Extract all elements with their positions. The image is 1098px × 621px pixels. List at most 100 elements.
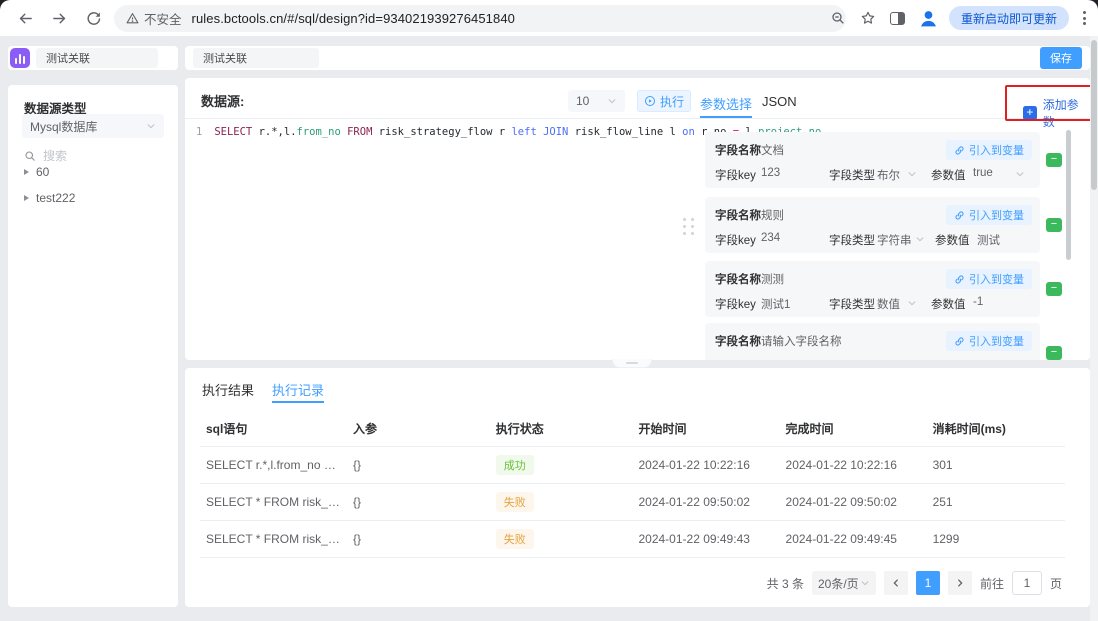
- panel-resize-handle[interactable]: [683, 218, 694, 235]
- import-to-variable-button[interactable]: 引入到变量: [946, 331, 1032, 351]
- url-text[interactable]: rules.bctools.cn/#/sql/design?id=9340219…: [192, 11, 516, 26]
- divider: [185, 118, 1090, 119]
- tab-exec-history[interactable]: 执行记录: [272, 380, 324, 399]
- cell-start: 2024-01-22 09:50:02: [632, 484, 779, 521]
- app-header-main: 测试关联 保存: [185, 46, 1090, 70]
- field-key-label: 字段key: [715, 232, 756, 248]
- field-key-input[interactable]: 234: [761, 232, 780, 244]
- col-end: 完成时间: [780, 412, 927, 447]
- tab-json[interactable]: JSON: [762, 94, 797, 109]
- active-tab-underline: [700, 116, 752, 118]
- remove-param-button[interactable]: −: [1046, 218, 1062, 232]
- page-number-1[interactable]: 1: [916, 571, 940, 595]
- import-to-variable-button[interactable]: 引入到变量: [946, 205, 1032, 225]
- workspace-tab-label: 测试关联: [46, 50, 90, 66]
- next-page-button[interactable]: [948, 571, 972, 595]
- line-number: 1: [196, 126, 202, 138]
- param-value-input[interactable]: 测试: [977, 232, 1000, 248]
- field-key-input[interactable]: 测试1: [761, 296, 790, 312]
- forward-icon[interactable]: [46, 5, 72, 31]
- field-type-label: 字段类型: [829, 296, 875, 312]
- cell-params: {}: [347, 484, 490, 521]
- page-tab[interactable]: 测试关联: [193, 48, 319, 68]
- chrome-update-button[interactable]: 重新启动即可更新: [949, 6, 1069, 30]
- datasource-sidebar: 数据源类型 Mysql数据库 搜索 60 test222: [8, 85, 178, 607]
- pagination: 共 3 条 20条/页 1 前往 1 页: [767, 571, 1062, 595]
- search-placeholder: 搜索: [43, 147, 67, 164]
- remove-param-button[interactable]: −: [1046, 346, 1062, 360]
- datasource-type-select[interactable]: Mysql数据库: [22, 114, 164, 138]
- field-type-select[interactable]: 数值: [877, 296, 900, 312]
- scrollbar-thumb[interactable]: [1091, 40, 1097, 190]
- cell-start: 2024-01-22 09:49:43: [632, 521, 779, 558]
- panel-collapse-handle[interactable]: [612, 359, 652, 368]
- cell-cost: 251: [927, 484, 1065, 521]
- field-name-input[interactable]: 请输入字段名称: [761, 333, 842, 349]
- import-to-variable-button[interactable]: 引入到变量: [946, 269, 1032, 289]
- tree-item-60[interactable]: 60: [24, 165, 49, 179]
- execute-label: 执行: [660, 93, 684, 110]
- cell-end: 2024-01-22 10:22:16: [780, 447, 927, 484]
- tab-exec-result[interactable]: 执行结果: [202, 380, 254, 399]
- workspace-tab[interactable]: 测试关联: [36, 48, 158, 68]
- status-badge: 失败: [496, 529, 534, 549]
- field-key-input[interactable]: 123: [761, 167, 780, 179]
- url-bar[interactable]: 不安全 rules.bctools.cn/#/sql/design?id=934…: [114, 5, 846, 32]
- chevron-down-icon: [915, 234, 925, 244]
- save-button[interactable]: 保存: [1040, 47, 1082, 69]
- browser-menu-icon[interactable]: [1079, 11, 1090, 25]
- remove-param-button[interactable]: −: [1046, 153, 1062, 167]
- param-card: 字段名称 测测 引入到变量 字段key 测试1 字段类型 数值 参数值 -1: [705, 261, 1040, 317]
- profile-avatar-icon[interactable]: [918, 8, 939, 29]
- table-row[interactable]: SELECT * FROM risk_strateg... {} 失败 2024…: [200, 521, 1065, 558]
- field-name-input[interactable]: 测测: [761, 271, 784, 287]
- remove-param-button[interactable]: −: [1046, 282, 1062, 296]
- execution-history-table: sql语句 入参 执行状态 开始时间 完成时间 消耗时间(ms) SELECT …: [200, 412, 1065, 558]
- row-limit-select[interactable]: 10: [568, 90, 625, 112]
- field-name-input[interactable]: 规则: [761, 207, 784, 223]
- zoom-search-icon[interactable]: [828, 8, 848, 28]
- field-type-select[interactable]: 布尔: [877, 167, 900, 183]
- cell-start: 2024-01-22 10:22:16: [632, 447, 779, 484]
- add-param-button[interactable]: + 添加参数: [1023, 96, 1090, 130]
- col-sql: sql语句: [200, 412, 347, 447]
- param-value-input[interactable]: -1: [973, 296, 983, 308]
- param-value-select[interactable]: true: [973, 167, 993, 179]
- field-type-select[interactable]: 字符串: [877, 232, 912, 248]
- site-security-chip[interactable]: 不安全: [126, 9, 192, 28]
- table-row[interactable]: SELECT * FROM risk_strateg... {} 失败 2024…: [200, 484, 1065, 521]
- back-icon[interactable]: [12, 5, 38, 31]
- tree-expand-icon[interactable]: [24, 169, 29, 175]
- import-label: 引入到变量: [969, 333, 1024, 349]
- col-start: 开始时间: [632, 412, 779, 447]
- table-row[interactable]: SELECT r.*,l.from_no FROM r... {} 成功 202…: [200, 447, 1065, 484]
- link-icon: [954, 274, 965, 285]
- reload-icon[interactable]: [80, 5, 106, 31]
- page-size-select[interactable]: 20条/页: [812, 571, 876, 595]
- execute-button[interactable]: 执行: [637, 90, 691, 112]
- params-scrollbar[interactable]: [1066, 128, 1072, 350]
- goto-suffix: 页: [1050, 575, 1062, 592]
- bookmark-star-icon[interactable]: [858, 8, 878, 28]
- page-scrollbar[interactable]: [1090, 36, 1098, 621]
- play-circle-icon: [644, 95, 656, 107]
- field-type-label: 字段类型: [829, 232, 875, 248]
- goto-page-input[interactable]: 1: [1012, 571, 1042, 595]
- import-label: 引入到变量: [969, 142, 1024, 158]
- import-to-variable-button[interactable]: 引入到变量: [946, 140, 1032, 160]
- cell-end: 2024-01-22 09:50:02: [780, 484, 927, 521]
- page-tab-label: 测试关联: [203, 50, 247, 66]
- cell-params: {}: [347, 521, 490, 558]
- prev-page-button[interactable]: [884, 571, 908, 595]
- table-search-input[interactable]: 搜索: [24, 147, 67, 164]
- field-name-input[interactable]: 文档: [761, 142, 784, 158]
- plus-icon: +: [1023, 106, 1037, 120]
- add-param-label: 添加参数: [1043, 96, 1090, 130]
- chrome-update-label: 重新启动即可更新: [961, 10, 1057, 27]
- side-panel-icon[interactable]: [888, 8, 908, 28]
- tree-expand-icon[interactable]: [24, 195, 29, 201]
- scrollbar-thumb[interactable]: [1066, 130, 1071, 260]
- tab-param-select[interactable]: 参数选择: [700, 94, 752, 113]
- tree-item-test222[interactable]: test222: [24, 191, 75, 205]
- app-logo-icon[interactable]: [10, 48, 30, 68]
